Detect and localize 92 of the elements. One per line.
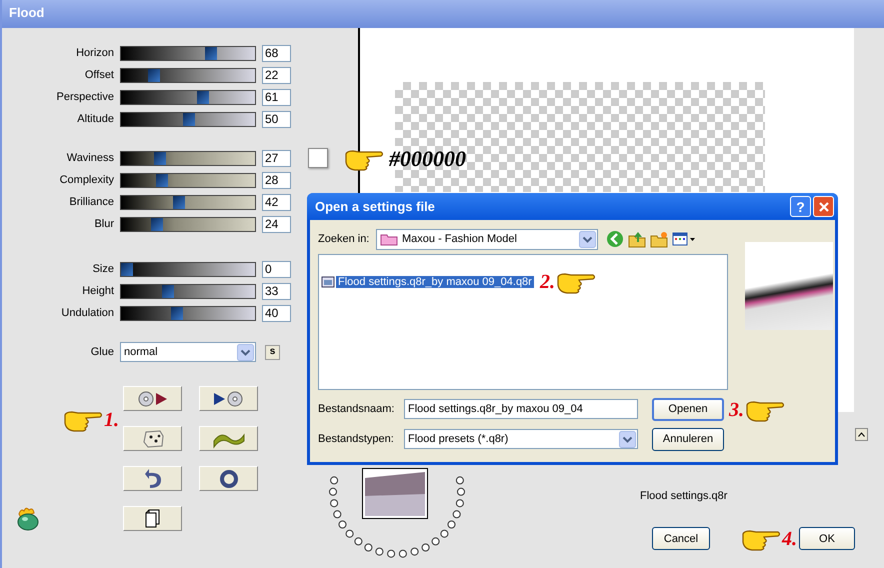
slider-track[interactable]: [120, 90, 256, 104]
view-menu-button[interactable]: [672, 231, 696, 247]
value-field[interactable]: 28: [262, 172, 291, 188]
slider-label: Complexity: [58, 174, 114, 186]
slider-track[interactable]: [120, 46, 256, 60]
value-field[interactable]: 50: [262, 110, 291, 128]
slider-label: Blur: [93, 218, 114, 230]
cancel-button[interactable]: Annuleren: [652, 428, 724, 450]
glue-dropdown[interactable]: normal: [120, 342, 256, 362]
slider-label: Height: [81, 285, 114, 297]
up-folder-icon: [628, 230, 646, 248]
slider-thumb[interactable]: [196, 90, 209, 104]
help-button[interactable]: ?: [790, 196, 811, 217]
slider-thumb[interactable]: [170, 306, 183, 320]
tool-button[interactable]: [123, 386, 182, 411]
value-field[interactable]: 33: [262, 282, 291, 300]
slider-thumb[interactable]: [154, 152, 166, 164]
tool-button[interactable]: [123, 466, 182, 491]
s-button[interactable]: s: [265, 344, 280, 360]
slider-track[interactable]: [120, 112, 256, 126]
slider-track[interactable]: [120, 68, 256, 82]
ok-button[interactable]: OK: [799, 527, 855, 550]
preset-name: Flood settings.q8r: [640, 490, 728, 502]
file-type-dropdown[interactable]: Flood presets (*.q8r): [404, 429, 638, 449]
ring-icon: [218, 468, 238, 488]
close-icon: [818, 202, 828, 212]
toolbar-button[interactable]: [628, 230, 646, 248]
annotation-text: #000000: [389, 146, 466, 172]
file-name-field[interactable]: Flood settings.q8r_by maxou 09_04: [404, 399, 638, 419]
close-button[interactable]: [813, 196, 834, 217]
file-name-label: Bestandsnaam:: [318, 403, 396, 415]
file-type-label: Bestandstypen:: [318, 433, 395, 445]
open-button[interactable]: Openen: [652, 398, 724, 420]
step-number: 4.: [782, 528, 797, 550]
glue-label: Glue: [90, 346, 114, 358]
look-in-label: Zoeken in:: [318, 233, 370, 245]
back-icon: [606, 230, 624, 248]
slider-thumb[interactable]: [148, 68, 160, 82]
value-field[interactable]: 40: [262, 304, 291, 322]
step-number: 2.: [540, 270, 555, 294]
dialog-title: Open a settings file: [315, 199, 436, 214]
slider-label: Undulation: [60, 307, 114, 319]
slider-thumb[interactable]: [173, 196, 186, 208]
tool-button[interactable]: [199, 386, 258, 411]
scroll-up-button[interactable]: [855, 428, 868, 441]
value-field[interactable]: 42: [262, 194, 291, 210]
slider-track[interactable]: [120, 172, 256, 188]
window-title: Flood: [2, 0, 884, 28]
slider-track[interactable]: [120, 194, 256, 210]
tool-button[interactable]: [123, 506, 182, 531]
step-number: 1.: [104, 408, 119, 432]
value-field[interactable]: 27: [262, 150, 291, 166]
slider-thumb[interactable]: [156, 174, 168, 186]
slider-thumb[interactable]: [121, 262, 133, 276]
flame-logo-icon: [15, 506, 41, 532]
value-field[interactable]: 22: [262, 66, 291, 84]
folder-icon: [380, 232, 398, 246]
value-field[interactable]: 68: [262, 44, 291, 62]
caret-up-icon: [858, 432, 865, 437]
cancel-button[interactable]: Cancel: [652, 527, 710, 550]
slider-thumb[interactable]: [183, 112, 195, 126]
slider-thumb[interactable]: [150, 218, 163, 230]
value-field[interactable]: 0: [262, 260, 291, 278]
slider-label: Size: [92, 263, 114, 275]
slider-label: Altitude: [76, 113, 114, 125]
undo-icon: [144, 468, 162, 489]
look-in-dropdown[interactable]: Maxou - Fashion Model: [376, 228, 598, 250]
load-preset-icon: [137, 390, 168, 408]
slider-track[interactable]: [120, 306, 256, 320]
new-folder-icon: [650, 230, 668, 248]
slider-label: Brilliance: [68, 196, 114, 208]
view-grid-icon: [672, 231, 696, 247]
copy-icon: [145, 509, 160, 528]
value-field[interactable]: 24: [262, 216, 291, 232]
save-preset-icon: [213, 390, 244, 408]
value-field[interactable]: 61: [262, 88, 291, 106]
toolbar-button[interactable]: [650, 230, 668, 248]
slider-track[interactable]: [120, 216, 256, 232]
slider-label: Waviness: [66, 152, 114, 164]
tool-button[interactable]: [199, 466, 258, 491]
slider-label: Perspective: [56, 91, 114, 103]
slider-label: Offset: [84, 69, 114, 81]
slider-track[interactable]: [120, 150, 256, 166]
toolbar-button[interactable]: [606, 230, 624, 248]
slider-thumb[interactable]: [205, 46, 218, 60]
slider-track[interactable]: [120, 262, 256, 276]
file-icon: [321, 275, 335, 289]
step-number: 3.: [729, 398, 744, 422]
slider-label: Horizon: [75, 47, 114, 59]
slider-track[interactable]: [120, 284, 256, 298]
color-swatch[interactable]: [308, 148, 328, 168]
slider-thumb[interactable]: [162, 284, 174, 298]
